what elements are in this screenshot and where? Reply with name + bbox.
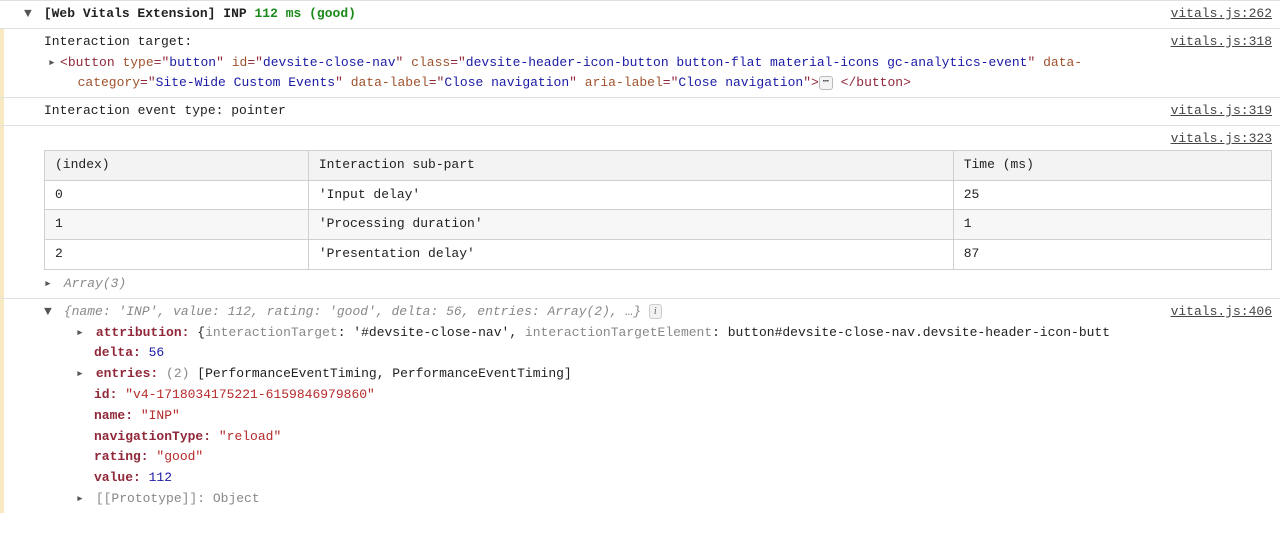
interaction-event-type: vitals.js:319 Interaction event type: po… bbox=[0, 97, 1280, 125]
metric-rating: (good) bbox=[309, 6, 356, 21]
array-preview[interactable]: Array(3) bbox=[64, 276, 126, 291]
event-type-text: Interaction event type: pointer bbox=[44, 103, 286, 118]
metric-value: 112 ms bbox=[254, 6, 301, 21]
disclosure-right-icon[interactable]: ▸ bbox=[76, 364, 88, 385]
interaction-target-label: Interaction target: bbox=[44, 32, 1272, 53]
prop-rating: rating: "good" bbox=[44, 447, 1272, 468]
disclosure-right-icon[interactable]: ▸ bbox=[76, 489, 88, 510]
prop-attribution[interactable]: ▸ attribution: {interactionTarget: '#dev… bbox=[44, 323, 1272, 344]
disclosure-down-icon[interactable]: ▼ bbox=[24, 4, 36, 25]
table-row: 2 'Presentation delay' 87 bbox=[45, 240, 1272, 270]
timing-table-block: vitals.js:323 (index) Interaction sub-pa… bbox=[0, 125, 1280, 298]
object-preview-line[interactable]: ▼ {name: 'INP', value: 112, rating: 'goo… bbox=[44, 302, 1272, 323]
source-link[interactable]: vitals.js:319 bbox=[1171, 101, 1272, 122]
console-group-header[interactable]: vitals.js:262 ▼ [Web Vitals Extension] I… bbox=[0, 0, 1280, 28]
table-row: 0 'Input delay' 25 bbox=[45, 180, 1272, 210]
disclosure-right-icon[interactable]: ▸ bbox=[76, 323, 88, 344]
source-link[interactable]: vitals.js:262 bbox=[1171, 4, 1272, 25]
disclosure-down-icon[interactable]: ▼ bbox=[44, 302, 56, 323]
timing-table: (index) Interaction sub-part Time (ms) 0… bbox=[44, 150, 1272, 270]
metric-name: INP bbox=[223, 6, 246, 21]
prop-value: value: 112 bbox=[44, 468, 1272, 489]
table-row: 1 'Processing duration' 1 bbox=[45, 210, 1272, 240]
source-link[interactable]: vitals.js:323 bbox=[1171, 129, 1272, 150]
element-preview[interactable]: ▸<button type="button" id="devsite-close… bbox=[44, 53, 1272, 95]
source-link[interactable]: vitals.js:318 bbox=[1171, 32, 1272, 53]
prop-navigation-type: navigationType: "reload" bbox=[44, 427, 1272, 448]
prop-delta: delta: 56 bbox=[44, 343, 1272, 364]
object-dump-block: vitals.js:406 ▼ {name: 'INP', value: 112… bbox=[0, 298, 1280, 513]
disclosure-right-icon[interactable]: ▸ bbox=[44, 274, 56, 295]
info-icon[interactable]: i bbox=[649, 304, 662, 319]
source-link[interactable]: vitals.js:406 bbox=[1171, 302, 1272, 323]
th-time: Time (ms) bbox=[953, 150, 1271, 180]
group-prefix: [Web Vitals Extension] bbox=[44, 6, 216, 21]
th-index: (index) bbox=[45, 150, 309, 180]
prop-entries[interactable]: ▸ entries: (2) [PerformanceEventTiming, … bbox=[44, 364, 1272, 385]
prop-name: name: "INP" bbox=[44, 406, 1272, 427]
interaction-target-block: vitals.js:318 Interaction target: ▸<butt… bbox=[0, 28, 1280, 97]
disclosure-right-icon[interactable]: ▸ bbox=[48, 53, 60, 74]
ellipsis-icon[interactable]: ⋯ bbox=[819, 76, 833, 90]
th-subpart: Interaction sub-part bbox=[308, 150, 953, 180]
prop-id: id: "v4-1718034175221-6159846979860" bbox=[44, 385, 1272, 406]
prop-prototype[interactable]: ▸ [[Prototype]]: Object bbox=[44, 489, 1272, 510]
